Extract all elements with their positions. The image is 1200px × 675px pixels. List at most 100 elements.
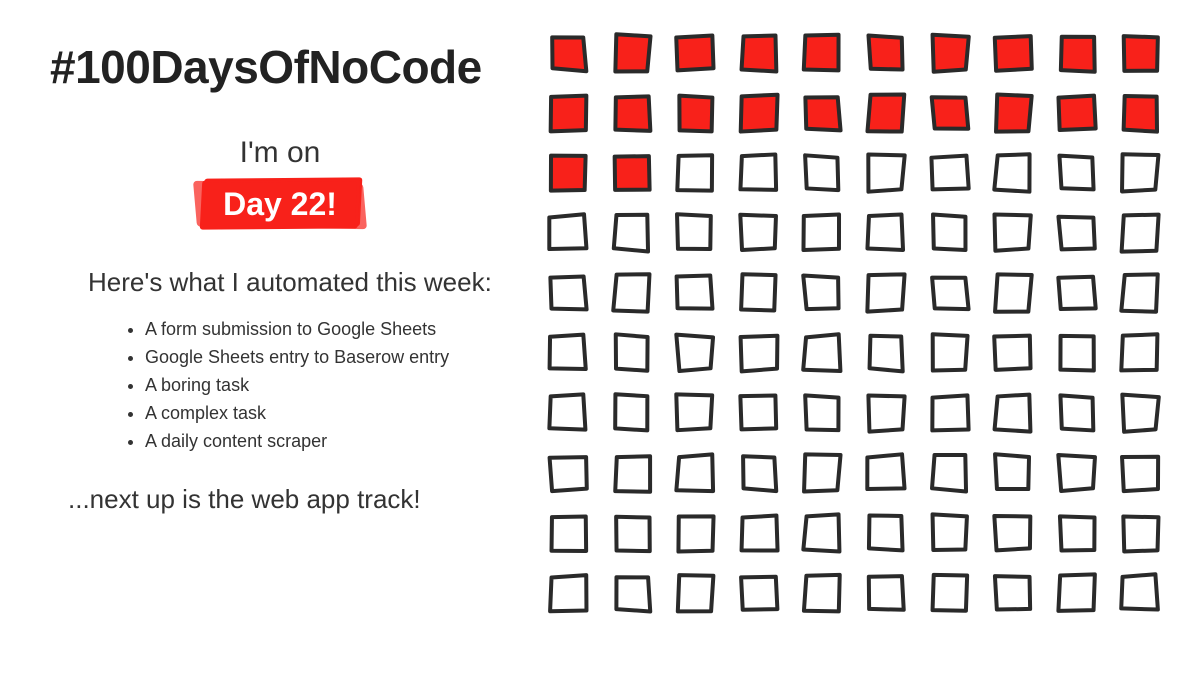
task-list: A form submission to Google SheetsGoogle… [145,316,510,455]
progress-cell-empty [1117,510,1163,556]
progress-cell-filled [672,90,718,136]
progress-cell-empty [927,330,973,376]
day-badge-text: Day 22! [223,186,337,222]
progress-cell-filled [545,150,591,196]
progress-cell-empty [990,570,1036,616]
progress-cell-filled [927,90,973,136]
progress-cell-empty [545,390,591,436]
progress-cell-empty [1117,210,1163,256]
progress-cell-empty [927,150,973,196]
progress-cell-filled [609,150,655,196]
day-status: I'm on Day 22! [110,136,450,229]
progress-cell-empty [1054,270,1100,316]
progress-cell-empty [545,570,591,616]
progress-cell-filled [1117,30,1163,76]
task-item: Google Sheets entry to Baserow entry [145,344,510,372]
progress-cell-filled [990,90,1036,136]
progress-cell-filled [1054,30,1100,76]
progress-cell-empty [736,570,782,616]
progress-cell-empty [863,210,909,256]
progress-cell-empty [672,210,718,256]
task-item: A boring task [145,372,510,400]
progress-cell-empty [1117,330,1163,376]
progress-cell-empty [799,210,845,256]
progress-cell-empty [799,330,845,376]
progress-cell-empty [736,270,782,316]
progress-cell-empty [990,270,1036,316]
progress-cell-empty [799,390,845,436]
progress-cell-empty [799,450,845,496]
progress-cell-filled [545,30,591,76]
progress-cell-empty [863,390,909,436]
progress-cell-empty [672,450,718,496]
progress-cell-empty [863,570,909,616]
progress-cell-empty [609,510,655,556]
page-title: #100DaysOfNoCode [50,40,510,94]
progress-cell-empty [545,510,591,556]
progress-cell-filled [736,90,782,136]
progress-cell-empty [609,330,655,376]
progress-cell-empty [990,450,1036,496]
progress-cell-empty [927,270,973,316]
progress-cell-filled [799,30,845,76]
progress-cell-empty [1117,450,1163,496]
progress-cell-empty [672,570,718,616]
progress-cell-empty [799,570,845,616]
progress-cell-empty [990,390,1036,436]
progress-cell-empty [545,450,591,496]
next-up-text: ...next up is the web app track! [68,482,510,517]
progress-cell-empty [1054,510,1100,556]
task-item: A daily content scraper [145,428,510,456]
progress-cell-empty [1054,450,1100,496]
progress-cell-empty [927,510,973,556]
progress-cell-empty [1054,210,1100,256]
progress-cell-empty [672,150,718,196]
progress-cell-empty [672,390,718,436]
progress-cell-filled [1117,90,1163,136]
progress-cell-empty [1054,150,1100,196]
progress-cell-empty [990,510,1036,556]
progress-cell-empty [1054,570,1100,616]
progress-cell-filled [990,30,1036,76]
progress-cell-filled [1054,90,1100,136]
progress-cell-filled [799,90,845,136]
progress-cell-empty [863,150,909,196]
progress-cell-empty [799,510,845,556]
progress-cell-empty [545,210,591,256]
progress-cell-empty [1117,570,1163,616]
progress-cell-empty [927,210,973,256]
progress-cell-filled [545,90,591,136]
progress-cell-empty [609,450,655,496]
progress-cell-empty [545,330,591,376]
progress-cell-empty [736,330,782,376]
progress-cell-empty [609,570,655,616]
progress-cell-empty [609,390,655,436]
progress-cell-empty [609,210,655,256]
progress-cell-filled [927,30,973,76]
im-on-label: I'm on [110,136,450,170]
progress-cell-filled [609,90,655,136]
progress-cell-empty [672,330,718,376]
progress-cell-filled [609,30,655,76]
progress-cell-empty [799,150,845,196]
task-item: A complex task [145,400,510,428]
progress-cell-empty [736,210,782,256]
progress-cell-empty [990,150,1036,196]
progress-cell-empty [927,450,973,496]
progress-cell-empty [863,510,909,556]
progress-cell-empty [990,330,1036,376]
progress-cell-empty [1117,150,1163,196]
progress-cell-empty [990,210,1036,256]
progress-cell-empty [1054,330,1100,376]
progress-cell-empty [609,270,655,316]
progress-cell-empty [863,270,909,316]
progress-cell-empty [927,570,973,616]
progress-cell-empty [1054,390,1100,436]
progress-cell-empty [1117,270,1163,316]
progress-cell-empty [927,390,973,436]
progress-cell-empty [863,330,909,376]
progress-cell-filled [672,30,718,76]
progress-cell-empty [799,270,845,316]
day-badge: Day 22! [201,180,359,229]
task-item: A form submission to Google Sheets [145,316,510,344]
